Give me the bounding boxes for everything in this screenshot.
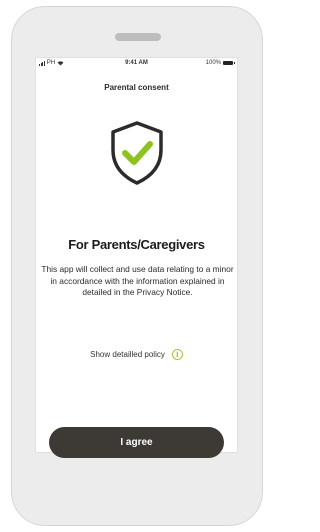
show-policy-link[interactable]: Show detailled policy (90, 350, 165, 359)
phone-screen: PH 9:41 AM 100% Parental consent For Par… (35, 57, 238, 458)
consent-heading: For Parents/Caregivers (68, 237, 205, 252)
consent-description: This app will collect and use data relat… (41, 264, 234, 297)
battery-level: 100% (205, 60, 221, 66)
battery-group: 100% (205, 60, 235, 66)
policy-row: Show detailled policy i (36, 349, 237, 360)
info-icon[interactable]: i (171, 349, 183, 360)
phone-speaker (115, 33, 161, 41)
shield-check-icon (111, 121, 163, 185)
status-bar: PH 9:41 AM 100% (36, 58, 237, 68)
agree-button[interactable]: I agree (49, 427, 224, 458)
screen-title: Parental consent (104, 83, 169, 92)
battery-icon (223, 61, 235, 65)
